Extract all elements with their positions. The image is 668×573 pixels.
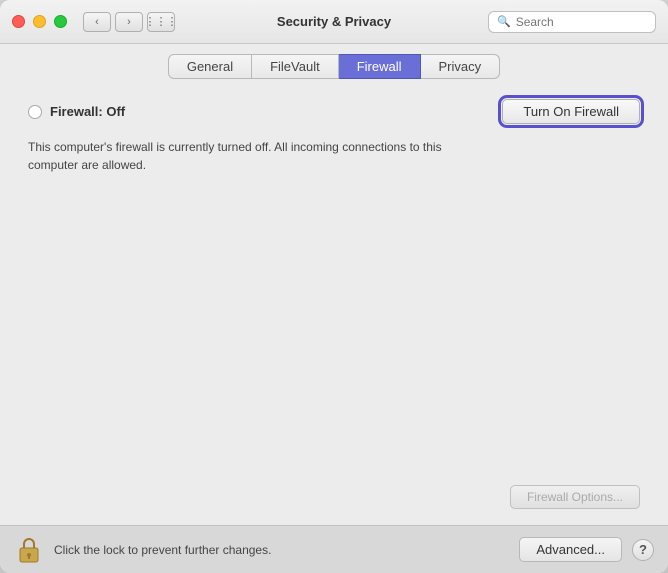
- window: ‹ › ⋮⋮⋮ Security & Privacy 🔍 General Fil…: [0, 0, 668, 573]
- firewall-status-label: Firewall: Off: [50, 104, 125, 119]
- firewall-radio[interactable]: [28, 105, 42, 119]
- tab-firewall[interactable]: Firewall: [339, 54, 421, 79]
- search-box[interactable]: 🔍: [488, 11, 656, 33]
- lock-icon: [17, 536, 41, 564]
- tab-general[interactable]: General: [168, 54, 252, 79]
- maximize-button[interactable]: [54, 15, 67, 28]
- minimize-button[interactable]: [33, 15, 46, 28]
- grid-button[interactable]: ⋮⋮⋮: [147, 12, 175, 32]
- window-title: Security & Privacy: [277, 14, 391, 29]
- chevron-left-icon: ‹: [95, 16, 99, 28]
- back-button[interactable]: ‹: [83, 12, 111, 32]
- firewall-status: Firewall: Off: [28, 104, 125, 119]
- content-area: Firewall: Off Turn On Firewall This comp…: [0, 79, 668, 525]
- bottom-bar: Click the lock to prevent further change…: [0, 525, 668, 573]
- lock-icon-container[interactable]: [14, 533, 44, 567]
- advanced-button[interactable]: Advanced...: [519, 537, 622, 562]
- forward-button[interactable]: ›: [115, 12, 143, 32]
- tab-filevault[interactable]: FileVault: [252, 54, 339, 79]
- tab-privacy[interactable]: Privacy: [421, 54, 501, 79]
- titlebar: ‹ › ⋮⋮⋮ Security & Privacy 🔍: [0, 0, 668, 44]
- help-button[interactable]: ?: [632, 539, 654, 561]
- traffic-lights: [12, 15, 67, 28]
- firewall-header: Firewall: Off Turn On Firewall: [28, 99, 640, 124]
- search-input[interactable]: [516, 15, 647, 29]
- firewall-description: This computer's firewall is currently tu…: [28, 138, 468, 174]
- grid-icon: ⋮⋮⋮: [145, 15, 178, 28]
- lock-text: Click the lock to prevent further change…: [54, 543, 519, 557]
- turn-on-firewall-button[interactable]: Turn On Firewall: [502, 99, 640, 124]
- search-icon: 🔍: [497, 15, 511, 28]
- firewall-options-button: Firewall Options...: [510, 485, 640, 509]
- tabs-bar: General FileVault Firewall Privacy: [0, 44, 668, 79]
- firewall-options-row: Firewall Options...: [28, 485, 640, 509]
- chevron-right-icon: ›: [127, 16, 131, 28]
- nav-buttons: ‹ ›: [83, 12, 143, 32]
- close-button[interactable]: [12, 15, 25, 28]
